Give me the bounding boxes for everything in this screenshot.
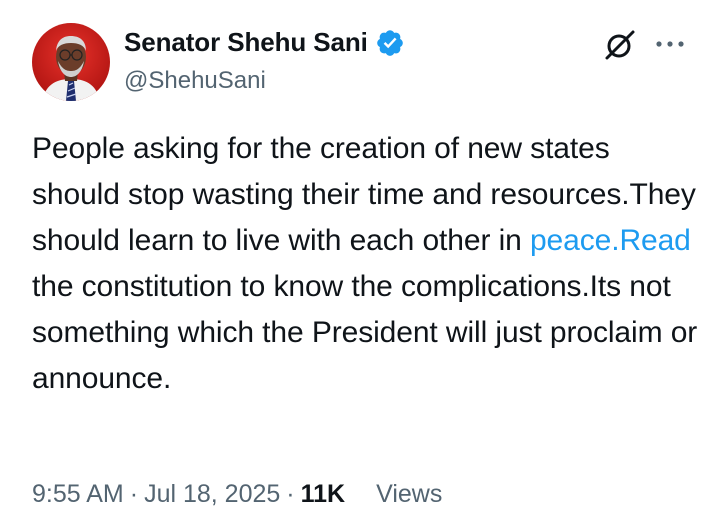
author-name-row: Senator Shehu Sani [124, 27, 405, 58]
meta-separator: · [286, 480, 295, 508]
tweet-link[interactable]: peace.Read [530, 224, 691, 257]
profile-photo [32, 23, 110, 101]
verified-badge-icon [375, 28, 405, 58]
author-handle[interactable]: @ShehuSani [124, 67, 266, 95]
tweet-date[interactable]: Jul 18, 2025 [144, 480, 280, 509]
views-count: 11K [300, 480, 346, 508]
tweet-text: People asking for the creation of new st… [32, 126, 702, 402]
meta-separator: · [129, 480, 139, 508]
tweet-text-after-link: the constitution to know the complicatio… [32, 270, 698, 395]
tweet-meta: 9:55 AM · Jul 18, 2025 · 11K Views [32, 480, 442, 509]
views-label: Views [376, 480, 443, 508]
more-options-icon[interactable] [654, 34, 688, 54]
tweet-time[interactable]: 9:55 AM [32, 480, 124, 509]
grok-icon[interactable] [603, 28, 637, 62]
author-display-name[interactable]: Senator Shehu Sani [124, 27, 368, 58]
avatar[interactable] [32, 23, 110, 101]
